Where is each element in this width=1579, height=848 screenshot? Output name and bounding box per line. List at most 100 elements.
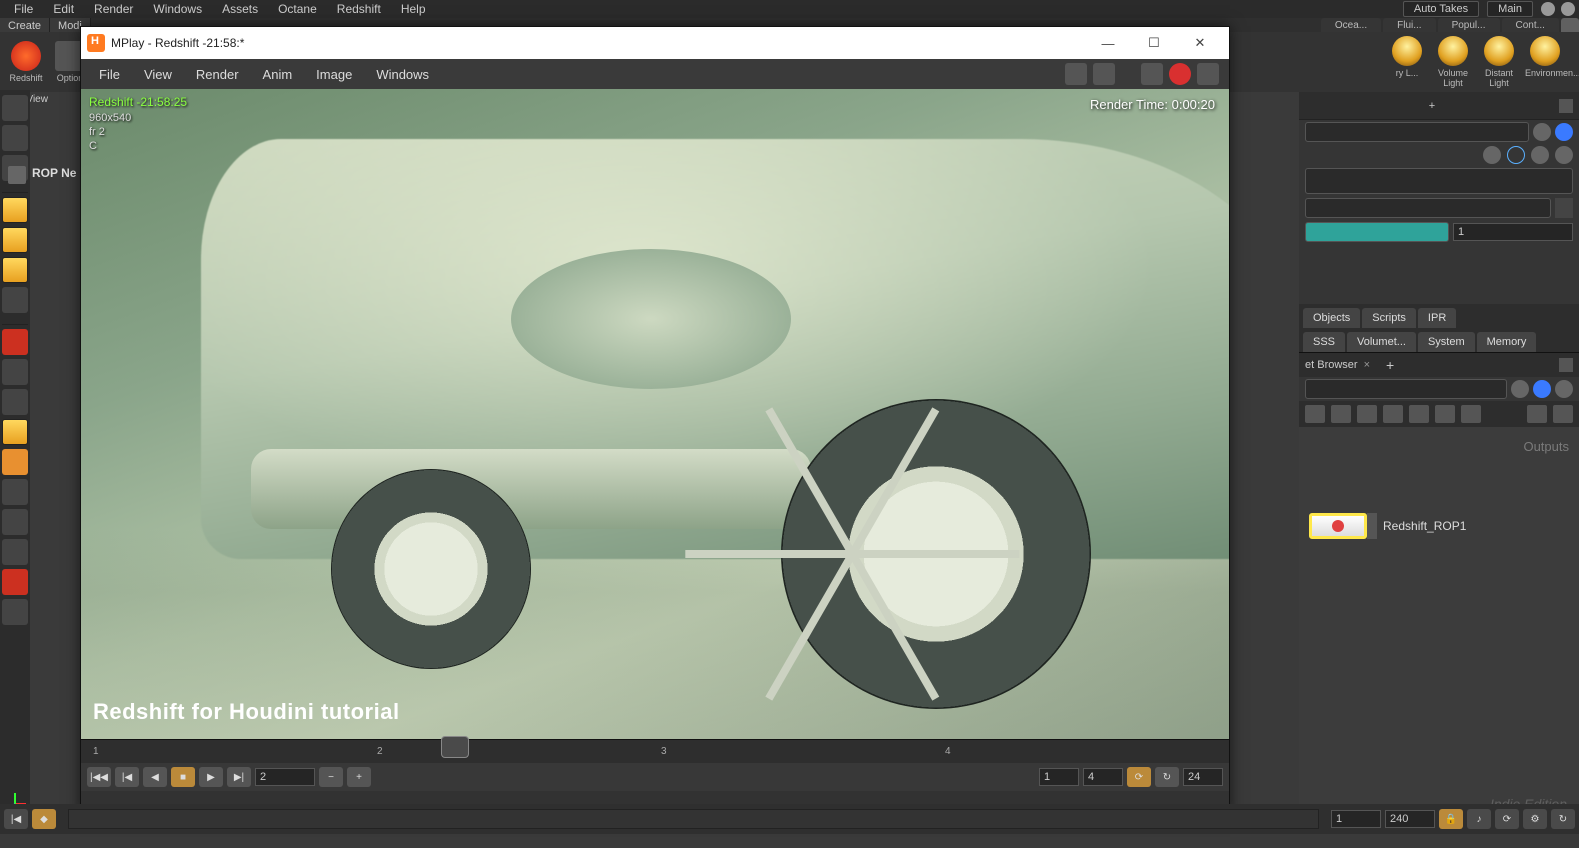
pin-icon[interactable] <box>1511 380 1529 398</box>
select-tool-icon[interactable] <box>2 95 28 121</box>
range-start-field[interactable] <box>1039 768 1079 786</box>
list-mode-icon[interactable] <box>1305 405 1325 423</box>
menu-file[interactable]: File <box>4 0 43 18</box>
step-forward-icon[interactable]: ▶| <box>227 767 251 787</box>
current-frame-field[interactable] <box>255 768 315 786</box>
mplay-render-viewport[interactable]: Redshift -21:58:25 960x540 fr 2 C Render… <box>81 89 1229 739</box>
menu-edit[interactable]: Edit <box>43 0 84 18</box>
window-close-icon[interactable]: ✕ <box>1177 28 1223 58</box>
tool-icon[interactable] <box>2 479 28 505</box>
range-end-field[interactable] <box>1083 768 1123 786</box>
filter-icon[interactable] <box>1507 146 1525 164</box>
desktop-dropdown[interactable]: Main <box>1487 1 1533 17</box>
menu-help[interactable]: Help <box>391 0 436 18</box>
tool-yellow-icon[interactable] <box>2 419 28 445</box>
gear-icon[interactable] <box>1555 380 1573 398</box>
param-value-field[interactable] <box>1453 223 1573 241</box>
menu-redshift[interactable]: Redshift <box>327 0 391 18</box>
mplay-menu-anim[interactable]: Anim <box>251 63 305 86</box>
param-field[interactable] <box>1305 168 1573 194</box>
go-start-icon[interactable]: |◀◀ <box>87 767 111 787</box>
param-slider[interactable] <box>1305 198 1551 218</box>
mplay-menu-file[interactable]: File <box>87 63 132 86</box>
tab-memory[interactable]: Memory <box>1477 332 1537 352</box>
tab-sss[interactable]: SSS <box>1303 332 1345 352</box>
node-tile[interactable] <box>1309 513 1367 539</box>
tool-tag-yellow3-icon[interactable] <box>2 257 28 283</box>
end-frame-field[interactable] <box>1385 810 1435 828</box>
tool-orange-icon[interactable] <box>2 449 28 475</box>
shelf-tab-fluids[interactable]: Flui... <box>1383 18 1435 32</box>
tool-red-icon[interactable] <box>2 329 28 355</box>
node-output-flag[interactable] <box>1367 513 1377 539</box>
pane-max-icon[interactable] <box>1559 99 1573 113</box>
loop-icon[interactable]: ↻ <box>1155 767 1179 787</box>
mplay-titlebar[interactable]: MPlay - Redshift -21:58:* — ☐ ✕ <box>81 27 1229 59</box>
start-frame-field[interactable] <box>1331 810 1381 828</box>
dec-icon[interactable]: − <box>319 767 343 787</box>
fps-field[interactable] <box>1183 768 1223 786</box>
inc-icon[interactable]: + <box>347 767 371 787</box>
grid-icon[interactable] <box>1461 405 1481 423</box>
help-icon[interactable] <box>1541 2 1555 16</box>
network-editor[interactable]: Outputs Redshift_ROP1 Indie Edition <box>1299 427 1579 818</box>
shelf-add-icon[interactable] <box>1561 18 1579 32</box>
info-icon[interactable] <box>1531 146 1549 164</box>
timeline-playhead-icon[interactable] <box>441 736 469 758</box>
shelf-tool-volume-light[interactable]: Volume Light <box>1433 36 1473 88</box>
tool-tag-yellow-icon[interactable] <box>2 197 28 223</box>
mplay-menu-image[interactable]: Image <box>304 63 364 86</box>
mplay-timeline[interactable]: 1 2 3 4 <box>81 739 1229 763</box>
shelf-tool-distant-light[interactable]: Distant Light <box>1479 36 1519 88</box>
key-icon[interactable]: ◆ <box>32 809 56 829</box>
tool-icon[interactable] <box>2 125 28 151</box>
stepper-icon[interactable] <box>1555 198 1573 218</box>
tool-red2-icon[interactable] <box>2 569 28 595</box>
display-option-icon[interactable] <box>1435 405 1455 423</box>
tab-system[interactable]: System <box>1418 332 1475 352</box>
mplay-options-icon[interactable] <box>1197 63 1219 85</box>
menu-assets[interactable]: Assets <box>212 0 268 18</box>
shelf-tab-oceans[interactable]: Ocea... <box>1321 18 1381 32</box>
add-pane-icon[interactable]: + <box>1429 100 1435 112</box>
step-back-icon[interactable]: |◀ <box>115 767 139 787</box>
stop-icon[interactable]: ■ <box>171 767 195 787</box>
node-redshift-rop[interactable]: Redshift_ROP1 <box>1309 513 1466 539</box>
shelf-tab-containers[interactable]: Cont... <box>1502 18 1559 32</box>
tab-volumetric[interactable]: Volumet... <box>1347 332 1416 352</box>
tool-icon[interactable] <box>2 539 28 565</box>
menu-windows[interactable]: Windows <box>143 0 212 18</box>
mplay-menu-windows[interactable]: Windows <box>364 63 441 86</box>
shelf-tool-light1[interactable]: ry L... <box>1387 36 1427 88</box>
shelf-tool-redshift[interactable]: Redshift <box>6 41 46 83</box>
mplay-stop-icon[interactable] <box>1169 63 1191 85</box>
help-icon[interactable] <box>1555 146 1573 164</box>
cursor-icon[interactable] <box>2 287 28 313</box>
gear-icon[interactable] <box>1483 146 1501 164</box>
tool-tag-yellow2-icon[interactable] <box>2 227 28 253</box>
tab-ipr[interactable]: IPR <box>1418 308 1456 328</box>
param-anim-field[interactable] <box>1305 222 1449 242</box>
tab-objects[interactable]: Objects <box>1303 308 1360 328</box>
add-tab-icon[interactable]: + <box>1386 357 1394 373</box>
loop-icon[interactable]: ↻ <box>1551 809 1575 829</box>
audio-icon[interactable]: ♪ <box>1467 809 1491 829</box>
close-tab-icon[interactable]: × <box>1364 359 1370 371</box>
display-option-icon[interactable] <box>1409 405 1429 423</box>
tool-icon[interactable] <box>2 359 28 385</box>
mplay-diff-icon[interactable] <box>1093 63 1115 85</box>
mplay-menu-view[interactable]: View <box>132 63 184 86</box>
shelf-create[interactable]: Create <box>0 18 50 32</box>
shelf-tab-populate[interactable]: Popul... <box>1438 18 1500 32</box>
pin-icon[interactable] <box>1533 123 1551 141</box>
menu-octane[interactable]: Octane <box>268 0 327 18</box>
mplay-menu-render[interactable]: Render <box>184 63 251 86</box>
tool-icon[interactable] <box>2 599 28 625</box>
main-timeline[interactable] <box>68 809 1319 829</box>
mplay-snapshot-icon[interactable] <box>1065 63 1087 85</box>
tab-scripts[interactable]: Scripts <box>1362 308 1416 328</box>
settings-icon[interactable] <box>1553 405 1573 423</box>
tool-icon[interactable] <box>2 389 28 415</box>
pane-max-icon[interactable] <box>1559 358 1573 372</box>
shelf-tool-env-light[interactable]: Environmen... <box>1525 36 1565 88</box>
